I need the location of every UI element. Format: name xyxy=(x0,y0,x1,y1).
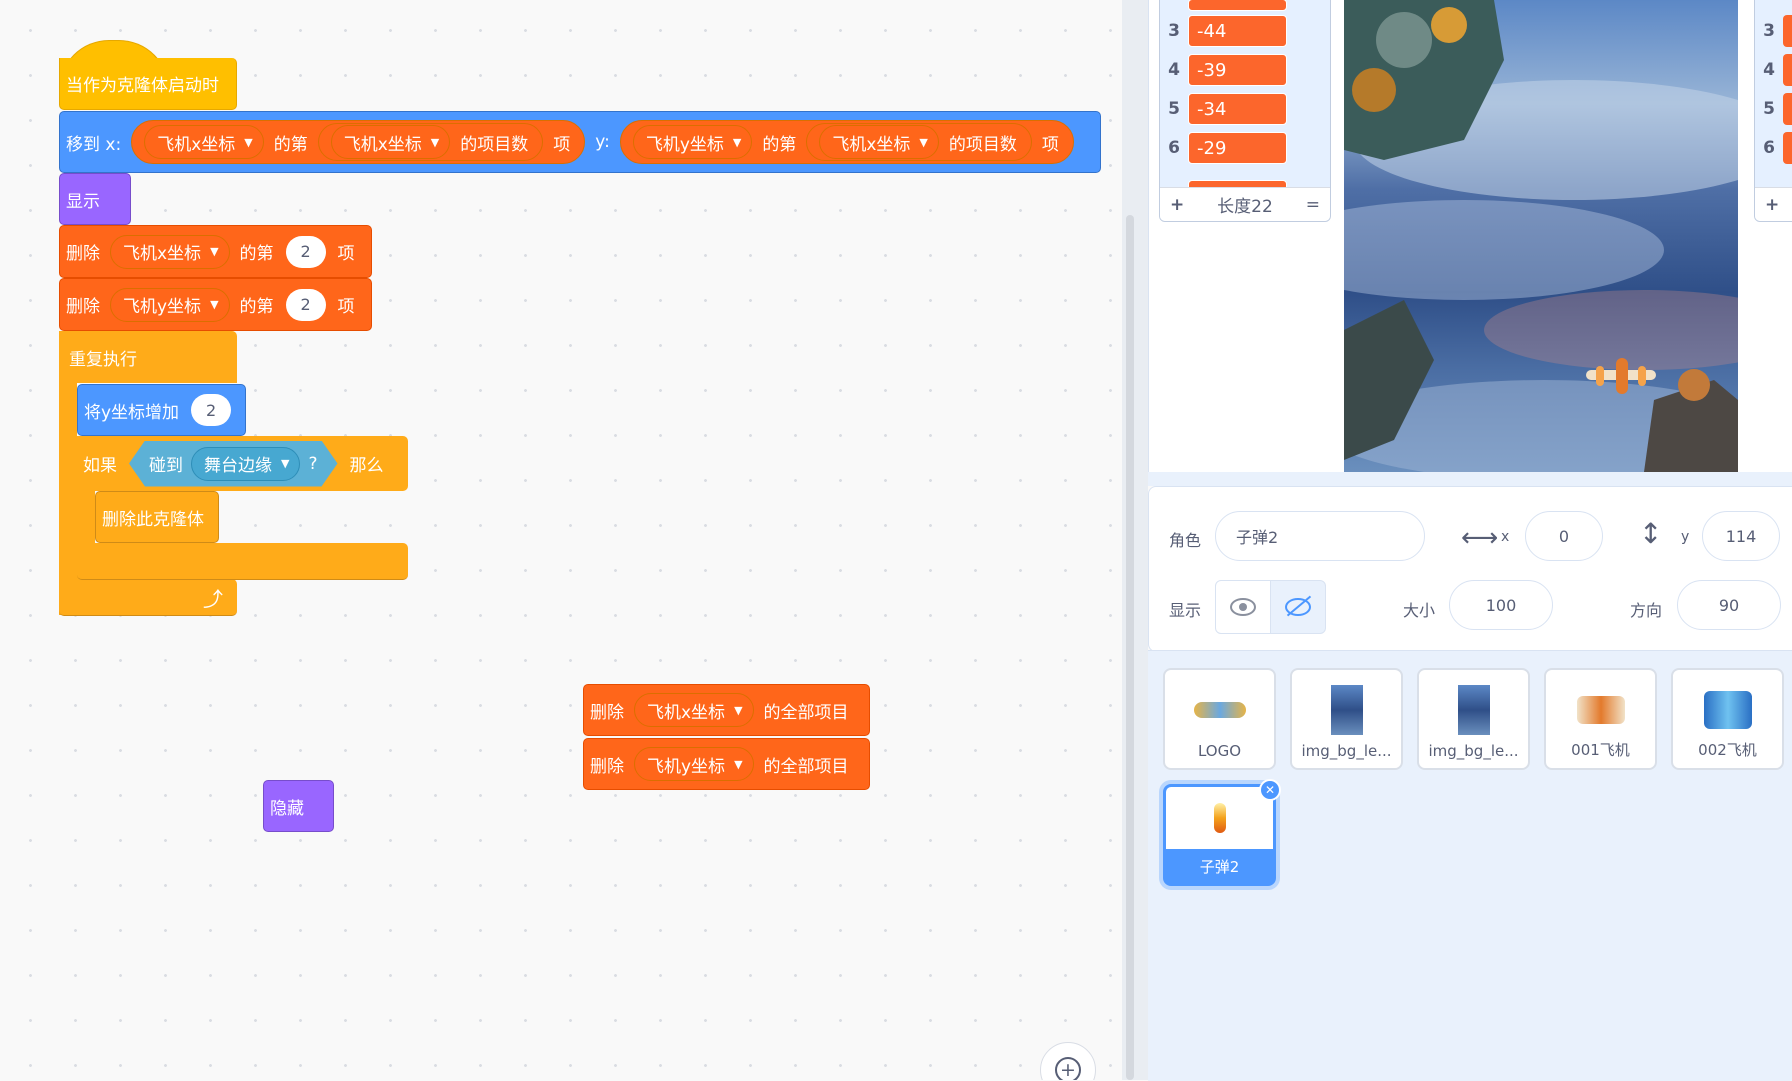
forever-label: 重复执行 xyxy=(69,350,137,370)
background-thumbnail-icon xyxy=(1330,685,1363,735)
list-dropdown[interactable]: 飞机x坐标 ▼ xyxy=(634,693,754,727)
close-icon: ✕ xyxy=(1264,783,1276,797)
show-hidden-button[interactable] xyxy=(1270,580,1326,634)
stage-backdrop xyxy=(1344,0,1738,472)
plane-thumbnail-icon xyxy=(1703,691,1752,729)
zoom-in-icon: + xyxy=(1055,1057,1081,1080)
sprite-tile[interactable]: 002飞机 xyxy=(1671,668,1784,770)
list-row: 5 -34 xyxy=(1160,90,1330,128)
stage[interactable] xyxy=(1344,0,1738,472)
sprite-tile[interactable]: LOGO xyxy=(1163,668,1276,770)
index-input[interactable]: 2 xyxy=(285,235,326,268)
plane-thumbnail-icon xyxy=(1576,696,1625,724)
goto-label: 移到 x: xyxy=(66,134,122,155)
loop-arrow-icon: ⤴ xyxy=(203,587,223,611)
show-label: 显示 xyxy=(1169,601,1202,620)
list-dropdown[interactable]: 飞机x坐标 ▼ xyxy=(819,125,939,159)
list-footer: + 长度22 = xyxy=(1160,187,1330,221)
list-add-button-2[interactable]: + xyxy=(1755,187,1792,221)
delete-item-y-block[interactable]: 删除 飞机y坐标 ▼ 的第 2 项 xyxy=(59,278,372,331)
stage-right-region: 3 4 5 6 + xyxy=(1738,0,1792,472)
list-item-value[interactable]: -39 xyxy=(1188,54,1287,86)
background-thumbnail-icon xyxy=(1457,685,1490,735)
list-add-button[interactable]: + xyxy=(1170,195,1184,215)
item-of-list-reporter-x[interactable]: 飞机x坐标 ▼ 的第 飞机x坐标 ▼ 的项目数 项 xyxy=(131,120,586,164)
eye-slash-icon xyxy=(1285,595,1312,617)
change-y-input[interactable]: 2 xyxy=(191,394,232,426)
change-y-block[interactable]: 将y坐标增加 2 xyxy=(77,384,246,436)
list-item-value[interactable]: -29 xyxy=(1188,132,1287,164)
code-area[interactable]: 当作为克隆体启动时 移到 x: 飞机x坐标 ▼ 的第 飞机x坐标 ▼ 的项目数 项 … xyxy=(0,0,1122,1080)
hide-block[interactable]: 隐藏 xyxy=(263,780,334,832)
delete-item-x-block[interactable]: 删除 飞机x坐标 ▼ 的第 2 项 xyxy=(59,225,372,278)
delete-all-x-block[interactable]: 删除 飞机x坐标 ▼ 的全部项目 xyxy=(583,684,870,736)
stage-left-region: 3 -44 4 -39 5 -34 6 -29 + 长度22 = xyxy=(1148,0,1345,472)
sprite-tile[interactable]: img_bg_le... xyxy=(1290,668,1403,770)
delete-sprite-button[interactable]: ✕ xyxy=(1259,779,1281,801)
goto-xy-block[interactable]: 移到 x: 飞机x坐标 ▼ 的第 飞机x坐标 ▼ 的项目数 项 y: 飞机y坐标 ▼ … xyxy=(59,111,1101,173)
size-label: 大小 xyxy=(1403,601,1436,620)
length-of-list-reporter[interactable]: 飞机x坐标 ▼ 的项目数 xyxy=(806,123,1032,161)
show-block[interactable]: 显示 xyxy=(59,173,131,225)
list-row: 6 -29 xyxy=(1160,129,1330,167)
stage-bottom-border xyxy=(1148,472,1792,486)
list-item-partial xyxy=(1188,0,1287,11)
item-of-list-reporter-y[interactable]: 飞机y坐标 ▼ 的第 飞机x坐标 ▼ 的项目数 项 xyxy=(619,120,1074,164)
x-input[interactable]: 0 xyxy=(1525,511,1603,561)
direction-input[interactable]: 90 xyxy=(1677,580,1781,630)
list-item-value[interactable]: -44 xyxy=(1188,15,1287,47)
list-length: 长度22 xyxy=(1217,197,1273,217)
list-dropdown[interactable]: 飞机y坐标 ▼ xyxy=(632,125,753,159)
logo-thumbnail-icon xyxy=(1193,702,1246,718)
goto-y-label: y: xyxy=(595,132,610,152)
list-monitor[interactable]: 3 -44 4 -39 5 -34 6 -29 + 长度22 = xyxy=(1159,0,1331,222)
list-dropdown[interactable]: 飞机x坐标 ▼ xyxy=(110,234,230,269)
size-input[interactable]: 100 xyxy=(1449,580,1553,630)
list-row: 4 -39 xyxy=(1160,51,1330,89)
index-input[interactable]: 2 xyxy=(285,288,326,321)
sprite-pane: LOGO img_bg_le... img_bg_le... 001飞机 002… xyxy=(1148,650,1792,1081)
bullet-thumbnail-icon xyxy=(1213,803,1226,833)
list-item-value[interactable]: -34 xyxy=(1188,93,1287,125)
then-label: 那么 xyxy=(349,456,384,476)
scrollbar-thumb[interactable] xyxy=(1126,215,1134,1080)
x-arrows-icon: ⟷ xyxy=(1461,523,1499,553)
sprite-tile[interactable]: img_bg_le... xyxy=(1417,668,1530,770)
plane-sprite-icon xyxy=(1586,358,1656,394)
y-input[interactable]: 114 xyxy=(1702,511,1780,561)
if-label: 如果 xyxy=(83,456,117,476)
list-dropdown[interactable]: 飞机x坐标 ▼ xyxy=(144,125,264,159)
delete-all-y-block[interactable]: 删除 飞机y坐标 ▼ 的全部项目 xyxy=(583,738,870,790)
show-visible-button[interactable] xyxy=(1215,580,1271,634)
x-label: x xyxy=(1501,529,1510,545)
delete-this-clone-block[interactable]: 删除此克隆体 xyxy=(95,491,219,543)
touching-target-dropdown[interactable]: 舞台边缘 ▼ xyxy=(191,447,300,481)
list-dropdown[interactable]: 飞机y坐标 ▼ xyxy=(634,747,754,781)
list-dropdown[interactable]: 飞机y坐标 ▼ xyxy=(110,287,230,322)
list-row: 3 -44 xyxy=(1160,12,1330,50)
touching-condition[interactable]: 碰到 舞台边缘 ▼ ? xyxy=(129,441,338,487)
zoom-in-button[interactable]: + xyxy=(1040,1042,1096,1080)
sprite-name-label: 角色 xyxy=(1169,531,1202,550)
direction-label: 方向 xyxy=(1630,601,1663,620)
sprite-tile-selected[interactable]: 子弹2 ✕ xyxy=(1163,779,1281,886)
sprite-info-panel: 角色 子弹2 ⟷ x 0 ↕ y 114 显示 大小 100 方向 90 xyxy=(1148,486,1792,652)
length-of-list-reporter[interactable]: 飞机x坐标 ▼ 的项目数 xyxy=(317,123,544,161)
sprite-name-input[interactable]: 子弹2 xyxy=(1215,511,1425,561)
list-monitor-2[interactable]: 3 4 5 6 + xyxy=(1754,0,1792,222)
when-clone-starts-hat[interactable]: 当作为克隆体启动时 xyxy=(59,40,237,110)
sprite-tile[interactable]: 001飞机 xyxy=(1544,668,1657,770)
hat-label: 当作为克隆体启动时 xyxy=(66,76,219,96)
y-label: y xyxy=(1681,529,1690,545)
list-resize-handle[interactable]: = xyxy=(1306,195,1320,215)
list-dropdown[interactable]: 飞机x坐标 ▼ xyxy=(330,125,451,159)
y-arrows-icon: ↕ xyxy=(1639,517,1663,550)
code-area-scrollbar[interactable] xyxy=(1122,0,1148,1080)
eye-icon xyxy=(1230,598,1256,616)
